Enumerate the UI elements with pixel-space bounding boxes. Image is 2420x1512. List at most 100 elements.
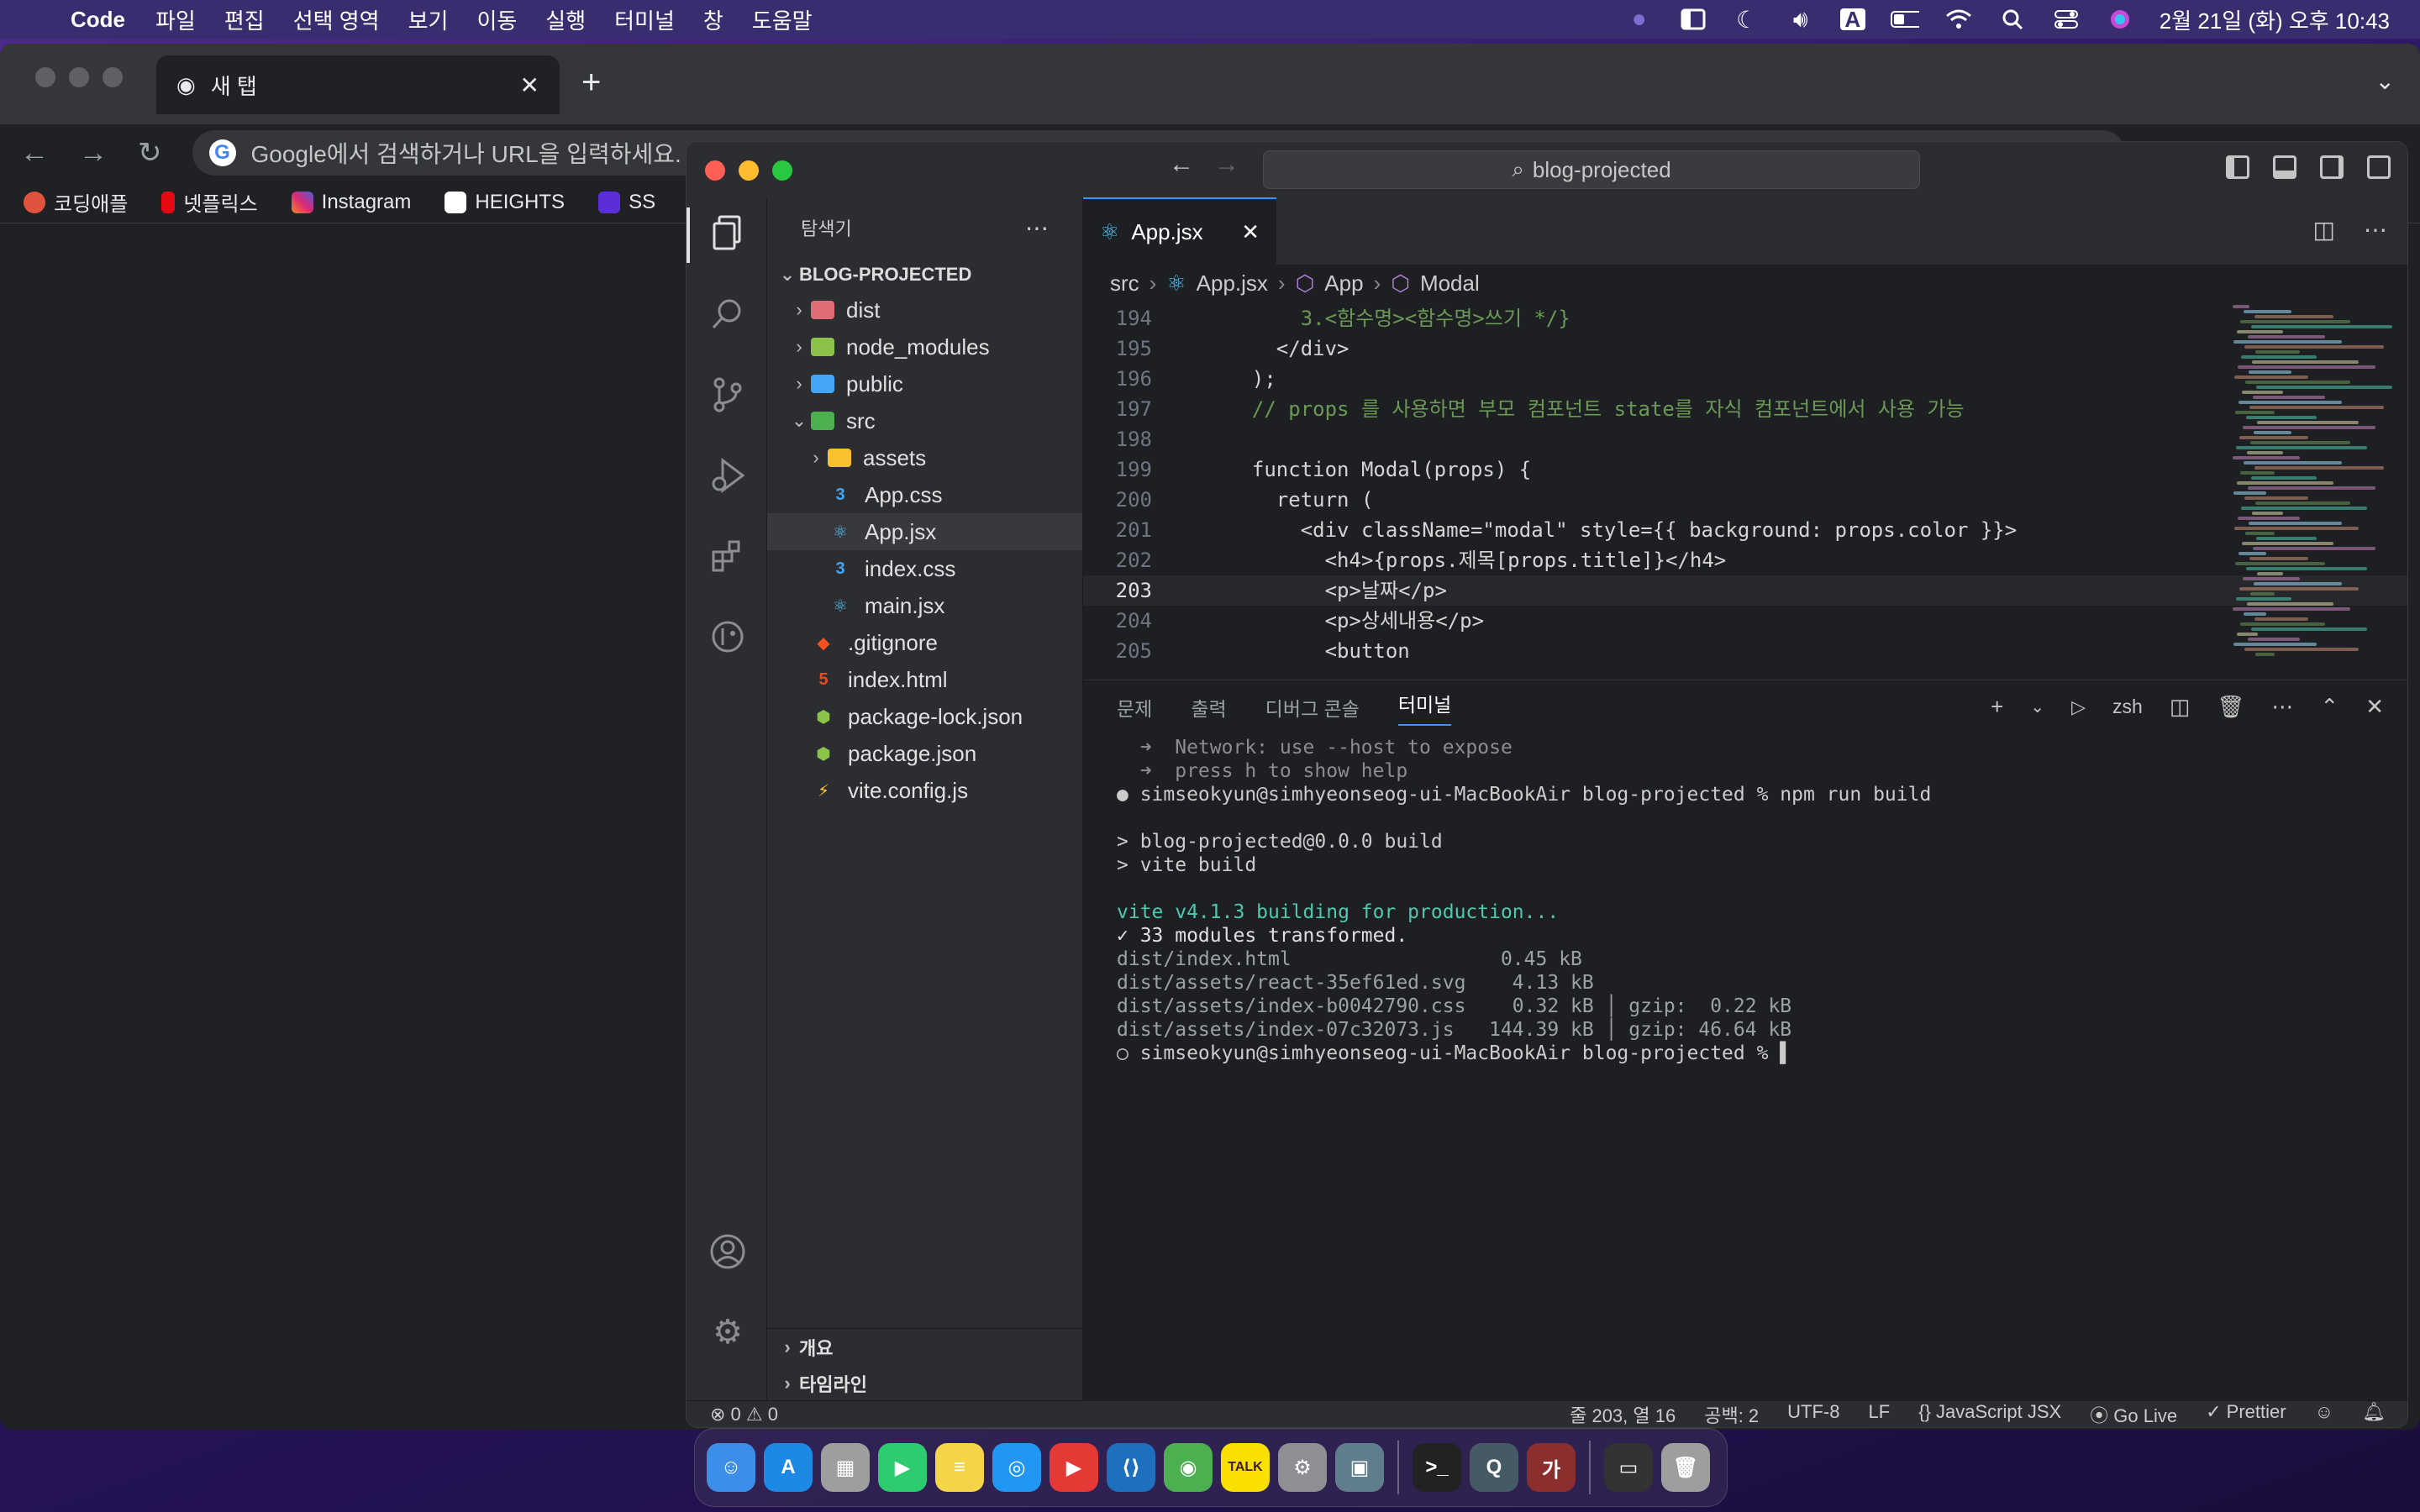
file-tree-item[interactable]: ⬢ package.json (767, 735, 1082, 772)
close-icon[interactable]: ✕ (1241, 219, 1260, 245)
recent-window-icon[interactable]: ▭ (1604, 1443, 1653, 1492)
code-line[interactable]: 197 // props 를 사용하면 부모 컴포넌트 state를 자식 컴포… (1083, 394, 2407, 424)
toggle-secondary-sidebar-icon[interactable] (2320, 155, 2344, 179)
eol[interactable]: LF (1869, 1401, 1891, 1428)
menu-terminal[interactable]: 터미널 (614, 4, 675, 35)
bookmark-item[interactable]: HEIGHTS (445, 191, 565, 214)
terminal-icon[interactable]: >_ (1413, 1443, 1461, 1492)
file-tree-item[interactable]: ⚛ App.jsx (767, 513, 1082, 550)
wifi-icon[interactable] (1944, 8, 1973, 30)
forward-icon[interactable]: → (79, 137, 108, 170)
extensions-icon[interactable] (707, 535, 749, 577)
finder-icon[interactable]: ☺ (707, 1443, 755, 1492)
cursor-position[interactable]: 줄 203, 열 16 (1570, 1401, 1676, 1428)
menu-edit[interactable]: 편집 (224, 4, 265, 35)
file-tree-item[interactable]: 3 App.css (767, 476, 1082, 513)
code-line[interactable]: 194 3.<함수명><함수명>쓰기 */} (1083, 303, 2407, 333)
stage-manager-icon[interactable] (1679, 8, 1707, 30)
system-settings-icon[interactable]: ⚙ (1278, 1443, 1327, 1492)
customize-layout-icon[interactable] (2367, 155, 2391, 179)
breadcrumb-item[interactable]: App (1324, 270, 1363, 297)
chevron-down-icon[interactable]: ⌄ (2375, 67, 2395, 95)
app-store-icon[interactable]: A (764, 1443, 813, 1492)
more-actions-icon[interactable]: ⋯ (1025, 214, 1049, 242)
chat-bubble-icon[interactable]: ● (1625, 5, 1654, 33)
bell-icon[interactable]: 🔔︎ (2362, 1401, 2386, 1428)
facetime-icon[interactable]: ▶ (878, 1443, 927, 1492)
file-tree-item[interactable]: › node_modules (767, 328, 1082, 365)
battery-icon[interactable] (1890, 8, 1919, 30)
code-line[interactable]: 202 <h4>{props.제목[props.title]}</h4> (1083, 545, 2407, 575)
terminal-output[interactable]: ➜ Network: use --host to expose ➜ press … (1083, 736, 2407, 1065)
code-line[interactable]: 195 </div> (1083, 333, 2407, 364)
minimap[interactable] (2233, 303, 2392, 664)
menubar-clock[interactable]: 2월 21일 (화) 오후 10:43 (2160, 4, 2390, 35)
maximize-panel-icon[interactable]: ⌃ (2320, 694, 2338, 720)
explorer-icon[interactable] (707, 213, 749, 255)
safari-icon[interactable]: ◎ (992, 1443, 1041, 1492)
file-tree-item[interactable]: ⚛ main.jsx (767, 587, 1082, 624)
vscode-close-button[interactable] (705, 160, 725, 181)
timeline-section[interactable]: › 타임라인 (767, 1365, 1083, 1402)
breadcrumb-item[interactable]: Modal (1420, 270, 1480, 297)
close-icon[interactable]: ✕ (520, 71, 539, 99)
dictionary-icon[interactable]: 가 (1527, 1443, 1576, 1492)
notes-icon[interactable]: ≡ (935, 1443, 984, 1492)
tab-output[interactable]: 출력 (1191, 693, 1226, 722)
go-live-button[interactable]: ⦿ Go Live (2090, 1401, 2177, 1428)
chrome-zoom-button[interactable] (103, 67, 123, 87)
explorer-root-folder[interactable]: ⌄ BLOG-PROJECTED (767, 258, 1082, 291)
quicktime-icon[interactable]: Q (1470, 1443, 1518, 1492)
trash-icon[interactable]: 🗑 (1661, 1443, 1710, 1492)
shell-name[interactable]: zsh (2112, 696, 2143, 718)
language-mode[interactable]: {} JavaScript JSX (1918, 1401, 2061, 1428)
code-line[interactable]: 204 <p>상세내용</p> (1083, 606, 2407, 636)
source-control-icon[interactable] (707, 374, 749, 416)
preview-icon[interactable]: ▣ (1335, 1443, 1384, 1492)
run-debug-icon[interactable] (707, 454, 749, 496)
prettier-status[interactable]: ✓ Prettier (2206, 1401, 2286, 1428)
new-terminal-icon[interactable]: + (1991, 694, 2003, 720)
toggle-panel-icon[interactable] (2273, 155, 2296, 179)
feedback-icon[interactable]: ☺ (2315, 1401, 2333, 1428)
file-tree-item[interactable]: ⬢ package-lock.json (767, 698, 1082, 735)
account-icon[interactable] (707, 1231, 749, 1273)
youtube-music-icon[interactable]: ▶ (1050, 1443, 1098, 1492)
problems-status[interactable]: ⊗ 0 ⚠ 0 (710, 1404, 778, 1425)
vscode-icon[interactable]: ⟨⟩ (1107, 1443, 1155, 1492)
menu-view[interactable]: 보기 (408, 4, 449, 35)
breadcrumb-item[interactable]: App.jsx (1197, 270, 1268, 297)
command-center-search[interactable]: ⌕ blog-projected (1263, 150, 1920, 189)
back-icon[interactable]: ← (20, 137, 49, 170)
bookmark-item[interactable]: 코딩애플 (24, 187, 128, 217)
vscode-minimize-button[interactable] (739, 160, 759, 181)
more-actions-icon[interactable]: ⋯ (2364, 216, 2387, 244)
siri-icon[interactable] (2106, 8, 2134, 30)
git-graph-icon[interactable] (707, 616, 749, 658)
file-tree-item[interactable]: ◆ .gitignore (767, 624, 1082, 661)
code-line[interactable]: 199 function Modal(props) { (1083, 454, 2407, 485)
kakaotalk-icon[interactable]: TALK (1221, 1443, 1270, 1492)
code-line[interactable]: 201 <div className="modal" style={{ back… (1083, 515, 2407, 545)
back-icon[interactable]: ← (1169, 150, 1214, 178)
file-tree-item[interactable]: ⚡ vite.config.js (767, 772, 1082, 809)
code-line[interactable]: 200 return ( (1083, 485, 2407, 515)
more-actions-icon[interactable]: ⋯ (2271, 694, 2293, 720)
menu-help[interactable]: 도움말 (752, 4, 813, 35)
code-editor[interactable]: 194 3.<함수명><함수명>쓰기 */} 195 </div> 196 ); 19… (1083, 303, 2407, 669)
tab-problems[interactable]: 문제 (1117, 693, 1152, 722)
tab-debug-console[interactable]: 디버그 콘솔 (1265, 693, 1360, 722)
app-menu[interactable]: Code (71, 7, 125, 33)
trash-icon[interactable]: 🗑 (2217, 694, 2244, 720)
new-tab-button[interactable]: + (581, 64, 601, 102)
code-line[interactable]: 205 <button (1083, 636, 2407, 666)
file-tree-item[interactable]: 5 index.html (767, 661, 1082, 698)
code-line[interactable]: 196 ); (1083, 364, 2407, 394)
vscode-zoom-button[interactable] (772, 160, 792, 181)
bookmark-item[interactable]: 넷플릭스 (161, 187, 258, 217)
menu-run[interactable]: 실행 (545, 4, 586, 35)
chrome-tab-new[interactable]: ◉ 새 탭 ✕ (156, 55, 560, 114)
editor-tab-app-jsx[interactable]: ⚛ App.jsx ✕ (1083, 197, 1276, 265)
spotlight-icon[interactable] (1998, 8, 2027, 30)
forward-icon[interactable]: → (1214, 150, 1260, 178)
